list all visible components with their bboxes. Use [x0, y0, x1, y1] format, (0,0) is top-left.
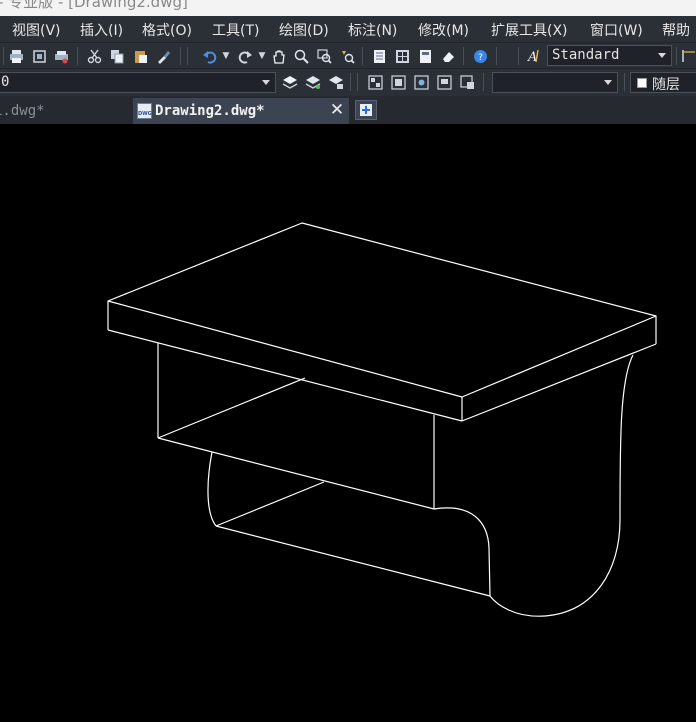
model-space-drawing: [107, 222, 657, 617]
toolbar-separator: [77, 47, 78, 65]
layer-lock-icon[interactable]: [435, 73, 453, 91]
layer-match-icon[interactable]: [304, 73, 322, 91]
chevron-down-icon: [604, 80, 612, 85]
menu-modify[interactable]: 修改(M): [418, 20, 469, 40]
menu-tools[interactable]: 工具(T): [212, 20, 259, 40]
new-tab-button[interactable]: [355, 100, 377, 120]
menu-format[interactable]: 格式(O): [142, 20, 192, 40]
menu-draw[interactable]: 绘图(D): [279, 20, 329, 40]
dwg-file-icon: [137, 103, 152, 119]
properties-icon[interactable]: [370, 47, 388, 65]
tab-label: Drawing2.dwg*: [155, 103, 265, 119]
chevron-down-icon[interactable]: ▼: [217, 47, 235, 65]
menu-view[interactable]: 视图(V): [12, 20, 61, 40]
color-value: 随层: [652, 77, 680, 93]
toolbar-separator: [496, 47, 497, 65]
menu-help[interactable]: 帮助: [662, 20, 690, 40]
menu-extended-tools[interactable]: 扩展工具(X): [491, 20, 568, 40]
plot-icon[interactable]: [52, 47, 70, 65]
text-style-value: Standard: [552, 47, 620, 63]
design-center-icon[interactable]: [393, 47, 411, 65]
layer-isolate-icon[interactable]: [366, 73, 384, 91]
undo-icon[interactable]: [200, 47, 218, 65]
match-properties-icon[interactable]: [154, 47, 172, 65]
text-style-icon: A: [526, 47, 544, 65]
zoom-previous-icon[interactable]: [338, 47, 356, 65]
pan-icon[interactable]: [269, 47, 287, 65]
help-icon[interactable]: ?: [471, 47, 489, 65]
slab-top-face: [107, 222, 657, 398]
tab-drawing1[interactable]: 1.dwg*: [0, 98, 122, 124]
print-icon[interactable]: [7, 47, 25, 65]
tool-palette-icon[interactable]: [416, 47, 434, 65]
bylayer-select[interactable]: 随层: [630, 72, 696, 93]
toolbar-separator: [676, 47, 677, 65]
toolbar-separator: [362, 47, 363, 65]
color-swatch: [637, 78, 647, 88]
layer-select[interactable]: 0: [0, 72, 276, 93]
slab-edge: [107, 329, 463, 422]
profile-edge: [215, 481, 325, 527]
profile-right: [489, 354, 634, 617]
color-control-select[interactable]: [492, 72, 618, 93]
toolbar-separator: [180, 47, 181, 65]
layer-previous-icon[interactable]: [281, 73, 299, 91]
toolbar-separator: [483, 73, 484, 91]
paste-icon[interactable]: [131, 47, 149, 65]
toolbar-separator: [3, 47, 4, 65]
dimension-style-icon: [680, 47, 696, 65]
zoom-realtime-icon[interactable]: [292, 47, 310, 65]
tab-label: 1.dwg*: [0, 103, 45, 119]
toolbar-separator: [518, 47, 519, 65]
print-preview-icon[interactable]: [30, 47, 48, 65]
profile-front: [433, 507, 491, 597]
menu-window[interactable]: 窗口(W): [590, 20, 643, 40]
new-tab-icon: [360, 104, 372, 116]
title-bar: - 专业版 - [Drawing2.dwg]: [0, 0, 696, 16]
zoom-window-icon[interactable]: [315, 47, 333, 65]
layers-toolbar: 0 随层: [0, 68, 696, 96]
layer-walk-icon[interactable]: [458, 73, 476, 91]
chevron-down-icon: [658, 53, 666, 58]
window-title: - 专业版 - [Drawing2.dwg]: [0, 0, 188, 11]
menu-bar: 视图(V) 插入(I) 格式(O) 工具(T) 绘图(D) 标注(N) 修改(M…: [0, 16, 696, 42]
text-style-select[interactable]: Standard: [547, 45, 672, 66]
box-edge: [157, 377, 306, 439]
layer-freeze-icon[interactable]: [412, 73, 430, 91]
menu-dimension[interactable]: 标注(N): [348, 20, 397, 40]
box-edge: [157, 437, 435, 510]
document-tabs: 1.dwg* Drawing2.dwg* ✕: [0, 96, 696, 124]
redo-icon[interactable]: [236, 47, 254, 65]
chevron-down-icon: [262, 80, 270, 85]
layer-off-icon[interactable]: [389, 73, 407, 91]
profile-edge: [215, 525, 491, 597]
toolbar-separator: [357, 73, 358, 91]
svg-text:?: ?: [478, 53, 483, 63]
layer-value: 0: [1, 74, 10, 90]
slab-edge: [461, 343, 657, 422]
copy-icon[interactable]: [108, 47, 126, 65]
drawing-canvas[interactable]: [0, 124, 696, 722]
layer-states-icon[interactable]: [327, 73, 345, 91]
cut-icon[interactable]: [85, 47, 103, 65]
toolbar-separator: [187, 47, 188, 65]
toolbar-separator: [350, 73, 351, 91]
close-icon[interactable]: ✕: [329, 100, 345, 120]
menu-insert[interactable]: 插入(I): [80, 20, 123, 40]
profile-left: [207, 451, 217, 527]
erase-icon[interactable]: [439, 47, 457, 65]
standard-toolbar: ▼ ▼ ? A Standard: [0, 42, 696, 68]
toolbar-separator: [624, 73, 625, 91]
tab-drawing2[interactable]: Drawing2.dwg* ✕: [133, 98, 349, 124]
toolbar-separator: [463, 47, 464, 65]
